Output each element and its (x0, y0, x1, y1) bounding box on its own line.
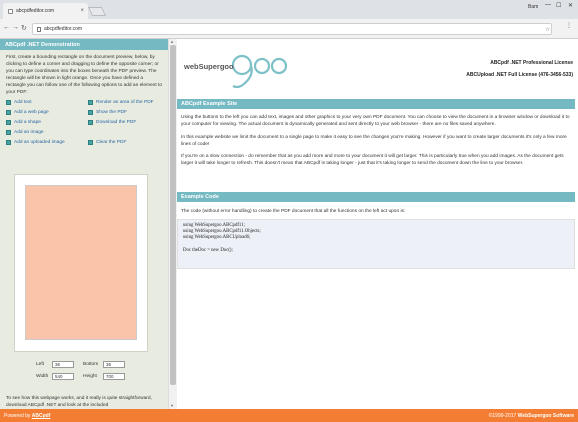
code-block: using WebSupergoo.ABCpdf11; using WebSup… (177, 219, 575, 269)
add-text-icon (6, 100, 11, 105)
demo-panel-title: ABCpdf .NET Demonstration (0, 39, 168, 50)
add-uploaded-image-label: Add an uploaded image (14, 140, 65, 145)
add-web-page-label: Add a web page (14, 110, 49, 115)
site-section-header: ABCpdf Example Site (177, 99, 575, 109)
profile-name[interactable]: Bam (528, 4, 538, 10)
clear-pdf-link[interactable]: Clear the PDF (88, 140, 126, 145)
url-text: abcpdfeditor.com (44, 26, 83, 32)
abcpdf-footer-link[interactable]: ABCpdf (32, 413, 51, 419)
width-input[interactable]: 540 (52, 373, 74, 380)
back-icon[interactable]: ← (3, 24, 10, 31)
browser-tab-bar: abcpdfeditor.com × Bam — ☐ ✕ (0, 0, 578, 19)
render-area-label: Render an area of the PDF (96, 100, 154, 105)
demo-instructions: First, create a bounding rectangle on th… (6, 55, 163, 95)
maximize-icon[interactable]: ☐ (556, 2, 561, 9)
add-image-link[interactable]: Add an image (6, 130, 44, 135)
abcupload-license: ABCUpload .NET Full License (476-3456-53… (466, 72, 573, 78)
add-text-link[interactable]: Add text (6, 100, 32, 105)
slow-connection-paragraph: If you're on a slow connection - do reme… (181, 154, 564, 166)
height-input[interactable]: 700 (103, 373, 125, 380)
left-label: Left (36, 362, 45, 367)
page-favicon-icon (8, 8, 13, 14)
abcpdf-license: ABCpdf .NET Professional License (490, 60, 573, 66)
logo-wordmark: webSupergoo (184, 62, 234, 71)
selection-rectangle[interactable] (25, 185, 137, 340)
add-image-icon (6, 130, 11, 135)
page-footer: Powered by ABCpdf ©1999-2017 WebSupergoo… (0, 409, 578, 422)
add-image-label: Add an image (14, 130, 44, 135)
show-pdf-icon (88, 110, 93, 115)
width-label: Width (36, 374, 49, 379)
add-shape-link[interactable]: Add a shape (6, 120, 41, 125)
add-uploaded-image-link[interactable]: Add an uploaded image (6, 140, 65, 145)
download-pdf-link[interactable]: Download the PDF (88, 120, 136, 125)
powered-prefix: Powered by (4, 413, 32, 419)
add-uploaded-image-icon (6, 140, 11, 145)
scroll-up-icon[interactable]: ▲ (170, 39, 174, 44)
demo-panel: ABCpdf .NET Demonstration First, create … (0, 39, 168, 409)
scroll-thumb[interactable] (170, 45, 176, 385)
browser-tab[interactable]: abcpdfeditor.com × (3, 3, 88, 19)
download-pdf-icon (88, 120, 93, 125)
close-tab-icon[interactable]: × (80, 8, 84, 14)
new-tab-button[interactable] (87, 7, 107, 16)
height-label: Height (83, 374, 97, 379)
main-content: webSupergoo ABCpdf .NET Professional Lic… (177, 39, 578, 409)
copyright-brand: WebSupergoo Software (517, 413, 574, 419)
browser-menu-icon[interactable]: ⋮ (566, 23, 572, 29)
add-web-page-icon (6, 110, 11, 115)
copyright-prefix: ©1999-2017 (488, 413, 518, 419)
add-shape-icon (6, 120, 11, 125)
render-area-link[interactable]: Render an area of the PDF (88, 100, 154, 105)
left-input[interactable]: 36 (52, 361, 74, 368)
close-window-icon[interactable]: ✕ (568, 2, 573, 9)
reload-icon[interactable]: ↻ (21, 24, 27, 32)
pdf-preview[interactable] (14, 174, 148, 352)
copyright: ©1999-2017 WebSupergoo Software (489, 413, 574, 419)
show-pdf-label: Show the PDF (96, 110, 127, 115)
clear-pdf-icon (88, 140, 93, 145)
address-toolbar: ← → ↻ abcpdfeditor.com ☆ ⋮ (0, 19, 578, 39)
scroll-down-icon[interactable]: ▼ (170, 403, 174, 408)
render-area-icon (88, 100, 93, 105)
download-pdf-label: Download the PDF (96, 120, 137, 125)
code-line: Doc theDoc = new Doc(); (183, 247, 233, 253)
clear-pdf-label: Clear the PDF (96, 140, 127, 145)
powered-by: Powered by ABCpdf (4, 413, 50, 419)
minimize-icon[interactable]: — (545, 2, 551, 8)
intro-paragraph: Using the buttons to the left you can ad… (181, 115, 570, 127)
add-web-page-link[interactable]: Add a web page (6, 110, 49, 115)
forward-icon[interactable]: → (12, 24, 19, 31)
show-pdf-link[interactable]: Show the PDF (88, 110, 127, 115)
bottom-input[interactable]: 36 (103, 361, 125, 368)
page-info-icon[interactable] (37, 26, 41, 32)
bottom-label: Bottom (83, 362, 99, 367)
add-text-label: Add text (14, 100, 32, 105)
action-links: Add text Add a web page Add a shape Add … (0, 100, 168, 148)
code-intro: The code (without error handling) to cre… (181, 209, 406, 214)
single-page-paragraph: In this example website we limit the doc… (181, 135, 567, 147)
left-panel-scrollbar[interactable]: ▲ ▼ (168, 39, 177, 409)
add-shape-label: Add a shape (14, 120, 41, 125)
example-code-header: Example Code (177, 192, 575, 202)
how-it-works-text: To see how this webpage works, and it re… (6, 396, 152, 408)
tab-title: abcpdfeditor.com (16, 8, 55, 14)
bookmark-star-icon[interactable]: ☆ (545, 26, 550, 33)
url-input[interactable]: abcpdfeditor.com (32, 23, 552, 35)
